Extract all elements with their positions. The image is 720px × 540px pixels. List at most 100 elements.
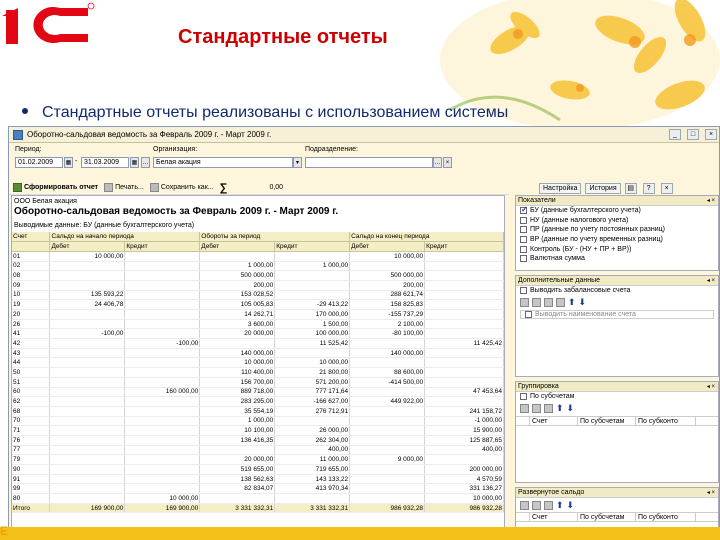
amount-cell — [424, 396, 504, 407]
add-icon[interactable] — [520, 404, 529, 414]
checkbox-icon[interactable] — [520, 236, 527, 244]
maximize-button[interactable]: □ — [687, 129, 699, 140]
edit-icon[interactable] — [544, 500, 553, 510]
down-arrow-icon[interactable]: ⬇ — [579, 298, 587, 307]
dept-field[interactable] — [305, 157, 433, 168]
account-cell: 99 — [12, 483, 51, 495]
amount-cell — [49, 483, 126, 495]
amount-cell — [274, 290, 351, 301]
indicators-title: Показатели — [518, 197, 556, 204]
collapse-icon[interactable]: ◂ × — [707, 276, 715, 286]
subheader-debit: Дебет — [49, 241, 126, 252]
minimize-button[interactable]: _ — [669, 129, 681, 140]
indicator-checkbox[interactable]: ПР (данные по учету постоянных разниц) — [516, 225, 718, 235]
account-cell: 42 — [12, 338, 51, 349]
subheader-credit: Кредит — [424, 241, 504, 252]
amount-cell: 1 500,00 — [274, 319, 351, 330]
window-icon — [13, 129, 23, 140]
amount-cell: 20 000,00 — [199, 328, 276, 340]
history-button[interactable]: История — [585, 182, 621, 194]
amount-cell — [349, 416, 426, 427]
print-button[interactable]: Печать... — [104, 183, 144, 192]
delete-icon[interactable] — [532, 298, 541, 308]
amount-cell — [199, 445, 276, 456]
checkbox-icon[interactable] — [520, 393, 527, 401]
table-row: 68 35 554,19 276 712,91 241 158,72 — [12, 406, 504, 417]
amount-cell — [124, 280, 201, 291]
up-arrow-icon[interactable]: ⬆ — [556, 404, 564, 413]
edit-icon[interactable] — [544, 298, 553, 308]
col-by-subconto: По субконто — [636, 513, 696, 521]
save-as-button[interactable]: Сохранить как... — [149, 183, 214, 192]
amount-cell — [349, 493, 426, 504]
collapse-icon[interactable]: ◂ × — [707, 196, 715, 206]
dept-select-button[interactable]: … — [433, 157, 442, 168]
org-field[interactable]: Белая акация — [153, 157, 293, 168]
period-select-button[interactable]: … — [141, 157, 150, 168]
calendar-to-icon[interactable]: ▦ — [130, 157, 139, 168]
collapse-icon[interactable]: ◂ × — [707, 382, 715, 392]
offbalance-checkbox[interactable]: Выводить забалансовые счета — [516, 286, 718, 296]
close-button[interactable]: × — [705, 129, 717, 140]
account-name-checkbox[interactable]: Выводить наименование счета — [520, 309, 714, 320]
down-arrow-icon[interactable]: ⬇ — [567, 500, 575, 510]
panel-close-icon[interactable]: × — [660, 182, 673, 194]
blank-col — [516, 513, 530, 521]
edit-icon[interactable] — [544, 404, 553, 414]
amount-cell: 21 800,00 — [274, 367, 351, 378]
account-cell: 90 — [12, 464, 51, 475]
check-all-icon[interactable] — [556, 298, 565, 308]
amount-cell — [49, 406, 126, 417]
panel-view-icon[interactable]: ▤ — [624, 182, 637, 194]
indicator-label: Валютная сумма — [530, 255, 585, 263]
amount-cell: 4 570,59 — [424, 474, 504, 485]
table-row: 99 82 834,07 413 970,34 331 136,27 — [12, 483, 504, 495]
by-subaccounts-checkbox[interactable]: По субсчетам — [516, 392, 718, 402]
amount-cell — [349, 357, 426, 369]
sum-icon[interactable]: ∑ — [220, 182, 228, 193]
amount-cell — [49, 425, 126, 436]
checkbox-icon[interactable] — [520, 226, 527, 234]
indicator-checkbox[interactable]: ВР (данные по учету временных разниц) — [516, 235, 718, 245]
add-icon[interactable] — [520, 500, 529, 510]
amount-cell — [124, 445, 201, 456]
indicator-checkbox[interactable]: Контроль (БУ - (НУ + ПР + ВР)) — [516, 244, 718, 254]
bottom-strip — [0, 527, 720, 540]
amount-cell: -414 500,00 — [349, 377, 426, 388]
indicator-checkbox[interactable]: НУ (данные налогового учета) — [516, 216, 718, 226]
checkbox-icon[interactable] — [520, 287, 527, 295]
checkbox-icon[interactable] — [520, 205, 528, 215]
settings-button[interactable]: Настройка — [539, 182, 582, 194]
account-cell: 19 — [12, 299, 51, 310]
checkbox-icon[interactable] — [520, 216, 527, 224]
checkbox-icon[interactable] — [525, 310, 532, 318]
total-cell: 3 331 332,31 — [199, 503, 276, 514]
amount-cell — [349, 406, 426, 417]
checkbox-icon[interactable] — [520, 245, 527, 253]
delete-icon[interactable] — [532, 500, 541, 510]
account-cell: 50 — [12, 367, 51, 378]
collapse-icon[interactable]: ◂ × — [707, 488, 715, 498]
date-from-field[interactable]: 01.02.2009 — [15, 157, 63, 168]
org-dropdown-button[interactable]: ▾ — [293, 157, 302, 168]
amount-cell — [274, 493, 351, 504]
up-arrow-icon[interactable]: ⬆ — [556, 500, 564, 510]
generate-report-button[interactable]: Сформировать отчет — [13, 183, 98, 192]
up-arrow-icon[interactable]: ⬆ — [568, 298, 576, 307]
table-row: 43 140 000,00 140 000,00 — [12, 348, 504, 359]
amount-cell: 136 416,35 — [199, 435, 276, 446]
indicator-checkbox[interactable]: Валютная сумма — [516, 254, 718, 264]
add-icon[interactable] — [520, 298, 529, 308]
checkbox-icon[interactable] — [520, 255, 527, 263]
amount-cell — [274, 348, 351, 359]
delete-icon[interactable] — [532, 404, 541, 414]
help-icon[interactable]: ? — [642, 182, 655, 194]
down-arrow-icon[interactable]: ⬇ — [567, 404, 575, 413]
dept-clear-button[interactable]: × — [443, 157, 452, 168]
amount-cell: 1 000,00 — [199, 416, 276, 427]
table-row: 62 283 295,00 -166 627,00 449 922,00 — [12, 396, 504, 407]
date-to-field[interactable]: 31.03.2009 — [81, 157, 129, 168]
indicator-checkbox[interactable]: БУ (данные бухгалтерского учета) — [516, 205, 718, 216]
calendar-from-icon[interactable]: ▦ — [64, 157, 73, 168]
amount-cell — [124, 435, 201, 446]
